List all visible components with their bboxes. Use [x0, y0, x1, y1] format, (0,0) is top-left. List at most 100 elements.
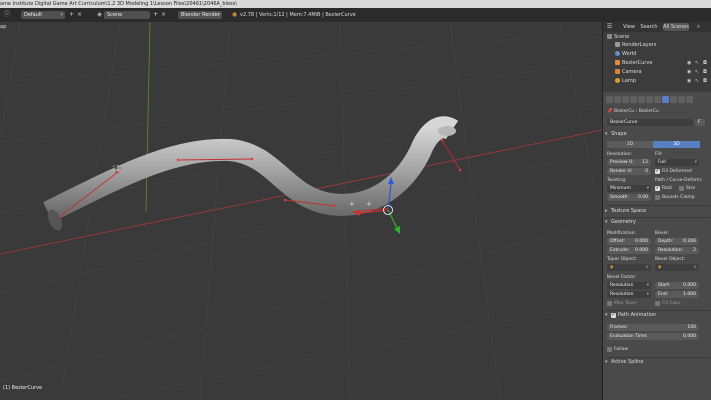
render-engine-select[interactable]: Blender Render ▾ [178, 11, 222, 19]
search-icon[interactable]: ⌕ [695, 23, 702, 31]
eye-icon[interactable]: ◉ [687, 60, 691, 66]
evaluation-time-field[interactable]: Evaluation Time: 0.000 [607, 333, 699, 340]
close-icon[interactable]: × [645, 264, 649, 271]
follow-label: Follow [614, 347, 629, 352]
bevel-resolution-field[interactable]: Resolution: 2 [655, 247, 699, 254]
add-layout-icon[interactable]: + [68, 11, 75, 19]
physics-tab-icon[interactable] [686, 96, 693, 103]
datablock-name-field[interactable]: BezierCurve [607, 119, 693, 126]
scene-tab-icon[interactable] [622, 96, 629, 103]
scene-select[interactable]: Scene [104, 11, 150, 19]
remove-layout-icon[interactable]: × [76, 11, 83, 19]
outliner-tab-view[interactable]: View [621, 23, 637, 31]
constraints-tab-icon[interactable] [646, 96, 653, 103]
render-u-field[interactable]: Render U: 0 [607, 168, 651, 175]
curve-2d-button[interactable]: 2D [607, 141, 653, 148]
eye-icon[interactable]: ◉ [687, 69, 691, 75]
render-tab-icon[interactable] [606, 96, 613, 103]
info-editor-icon[interactable]: ⓘ [3, 11, 11, 19]
outliner-item-lamp[interactable]: Lamp [615, 77, 636, 85]
bounds-clamp-label: Bounds Clamp [662, 195, 695, 200]
panel-texture-space-header[interactable]: ▸ Texture Space [605, 207, 710, 216]
blender-logo-icon: ◉ [231, 11, 238, 18]
camera-render-icon[interactable]: ◘ [703, 69, 707, 75]
fill-caps-checkbox[interactable] [655, 301, 660, 306]
viewport-scene[interactable]: + + [0, 22, 602, 400]
radius-checkbox[interactable]: ✓ [655, 186, 660, 191]
camera-render-icon[interactable]: ◘ [703, 78, 707, 84]
fill-caps-label: Fill Caps [662, 301, 681, 306]
frames-field[interactable]: Frames: 100 [607, 324, 699, 331]
outliner[interactable]: ☰ View Search All Scenes ⌕ Scene RenderL… [603, 22, 711, 92]
outliner-item-world[interactable]: World [615, 50, 636, 58]
chevron-down-icon: ▾ [646, 186, 649, 191]
depth-field[interactable]: Depth: 0.206 [655, 238, 699, 245]
modifiers-tab-icon[interactable] [654, 96, 661, 103]
properties-editor[interactable]: 📌 BezierCu › BezierCu BezierCurve F ▾ Sha… [603, 94, 711, 400]
curve-data-tab-icon[interactable] [662, 96, 669, 103]
screen-layout-select[interactable]: Default ▾ [21, 11, 65, 19]
add-scene-icon[interactable]: + [152, 11, 159, 19]
grid [0, 22, 602, 400]
camera-render-icon[interactable]: ◘ [703, 60, 707, 66]
bevel-start-field[interactable]: Start: 0.000 [655, 282, 699, 289]
bounds-clamp-checkbox[interactable] [655, 195, 660, 200]
texture-tab-icon[interactable] [678, 96, 685, 103]
outliner-item-renderlayers[interactable]: RenderLayers [615, 41, 656, 49]
outliner-header: ☰ View Search All Scenes ⌕ [603, 22, 711, 32]
fill-mode-select[interactable]: Full ▾ [655, 159, 699, 166]
scene-icon: ◈ [97, 11, 102, 18]
curve-3d-button[interactable]: 3D [653, 141, 700, 148]
material-tab-icon[interactable] [670, 96, 677, 103]
3d-viewport[interactable]: + + ap (1) BezierCurve [0, 22, 602, 400]
fill-label: Fill: [655, 152, 663, 157]
outliner-tab-all-scenes[interactable]: All Scenes [663, 23, 689, 31]
cursor-select-icon[interactable]: ↖ [695, 60, 699, 66]
smooth-field[interactable]: Smooth: 0.00 [607, 194, 651, 201]
stretch-label: Stre [686, 186, 696, 191]
outliner-tab-search[interactable]: Search [639, 23, 659, 31]
info-header: ⓘ Default ▾ + × ◈ Scene + × Blender Rende… [0, 8, 711, 23]
outliner-item-scene[interactable]: Scene [607, 33, 629, 41]
bevel-factor-mode-start-select[interactable]: Resolution ▾ [607, 282, 651, 289]
bevel-object-field[interactable]: ◆ × [655, 264, 699, 271]
bevel-factor-mode-end-select[interactable]: Resolution ▾ [607, 291, 651, 298]
panel-active-spline-header[interactable]: ▾ Active Spline [605, 358, 710, 367]
fill-deformed-checkbox[interactable]: ✓ [655, 169, 660, 174]
outliner-item-camera[interactable]: Camera [615, 68, 642, 76]
cursor-select-icon[interactable]: ↖ [695, 69, 699, 75]
outliner-editor-icon[interactable]: ☰ [606, 23, 613, 31]
tube-end-cap [438, 126, 456, 136]
object-tab-icon[interactable] [638, 96, 645, 103]
remove-scene-icon[interactable]: × [160, 11, 167, 19]
modification-label: Modification: [607, 231, 636, 236]
cursor-select-icon[interactable]: ↖ [695, 78, 699, 84]
follow-checkbox[interactable] [607, 347, 612, 352]
eye-icon[interactable]: ◉ [687, 78, 691, 84]
world-tab-icon[interactable] [630, 96, 637, 103]
offset-field[interactable]: Offset: 0.000 [607, 238, 651, 245]
scene-icon [607, 34, 612, 39]
fake-user-button[interactable]: F [695, 119, 705, 126]
extrude-field[interactable]: Extrude: 0.000 [607, 247, 651, 254]
path-animation-checkbox[interactable]: ✓ [611, 313, 616, 318]
twisting-select[interactable]: Minimum ▾ [607, 185, 651, 192]
map-taper-checkbox[interactable] [607, 301, 612, 306]
pin-icon[interactable]: 📌 [607, 109, 613, 114]
close-icon[interactable]: × [693, 264, 697, 271]
preview-u-field[interactable]: Preview U: 12 [607, 159, 651, 166]
bezier-tube-mesh[interactable] [43, 116, 459, 222]
render-layers-tab-icon[interactable] [614, 96, 621, 103]
breadcrumb: 📌 BezierCu › BezierCu [607, 109, 659, 114]
divider [605, 205, 710, 206]
panel-path-animation-header[interactable]: ▾ ✓ Path Animation [605, 311, 710, 320]
fill-deformed-label: Fill Deformed [662, 169, 692, 174]
right-sidebar: ☰ View Search All Scenes ⌕ Scene RenderL… [602, 22, 711, 400]
taper-object-field[interactable]: ◆ × [607, 264, 651, 271]
outliner-item-beziercurve[interactable]: BezierCurve [615, 59, 652, 67]
bevel-end-field[interactable]: End: 1.000 [655, 291, 699, 298]
stretch-checkbox[interactable] [679, 186, 684, 191]
panel-shape-header[interactable]: ▾ Shape [605, 130, 710, 139]
twisting-label: Twisting: [607, 178, 627, 183]
panel-geometry-header[interactable]: ▾ Geometry [605, 218, 710, 227]
